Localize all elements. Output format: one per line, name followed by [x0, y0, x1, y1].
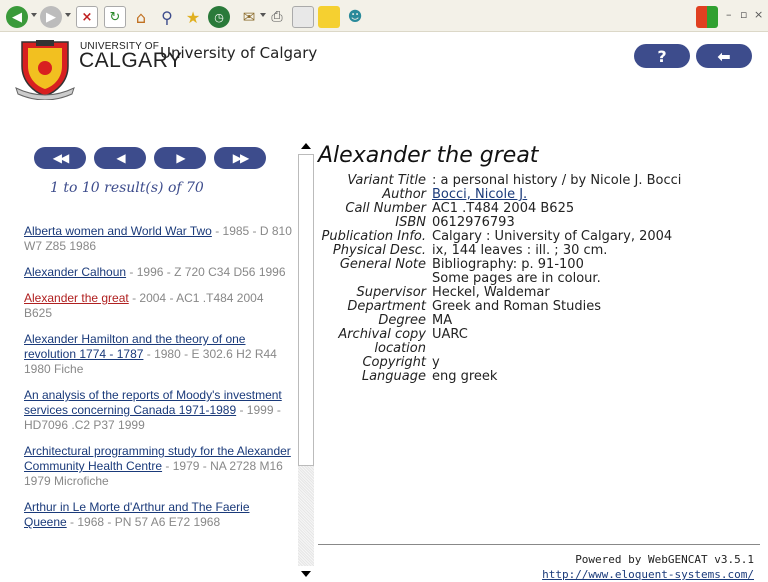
back-button[interactable]: ⬅ [696, 44, 752, 68]
forward-icon[interactable]: ▶ [40, 6, 62, 28]
forward-dropdown-icon[interactable] [65, 13, 71, 17]
back-icon[interactable]: ◀ [6, 6, 28, 28]
next-page-button[interactable]: ▶ [154, 147, 206, 169]
record-details: Variant Title : a personal history / by N… [318, 174, 758, 384]
minimize-icon[interactable]: – [726, 8, 732, 21]
field-label: Author [382, 187, 426, 202]
record-field-row: Degree MA [318, 314, 758, 328]
record-title: Alexander the great [318, 143, 539, 168]
list-item: An analysis of the reports of Moody's in… [24, 388, 292, 433]
windows-flag-icon [696, 6, 718, 28]
record-field-row: Department Greek and Roman Studies [318, 300, 758, 314]
result-detail: - 1996 - Z 720 C34 D56 1996 [126, 265, 286, 279]
browser-toolbar: ◀ ▶ × ↻ ⌂ ⚲ ★ ◷ ✉ ⎙ ☻ – ▫ × [0, 0, 768, 32]
scroll-up-icon[interactable] [298, 138, 314, 154]
record-field-row: General Note Bibliography: p. 91-100 [318, 258, 758, 272]
result-link[interactable]: Alexander the great [24, 291, 129, 305]
record-field-row: Physical Desc. ix, 144 leaves : ill. ; 30… [318, 244, 758, 258]
stop-icon[interactable]: × [76, 6, 98, 28]
field-label: General Note [339, 257, 426, 272]
home-icon[interactable]: ⌂ [130, 6, 152, 28]
field-value: MA [432, 313, 453, 328]
last-page-button[interactable]: ▶▶ [214, 147, 266, 169]
list-item: Arthur in Le Morte d'Arthur and The Faer… [24, 500, 292, 530]
field-label [318, 272, 432, 286]
field-value: Some pages are in colour. [432, 271, 601, 286]
messenger-icon[interactable]: ☻ [344, 6, 366, 28]
notes-icon[interactable] [318, 6, 340, 28]
record-field-row: Supervisor Heckel, Waldemar [318, 286, 758, 300]
field-label: ISBN [395, 215, 426, 230]
powered-by-text: Powered by WebGENCAT v3.5.1 [575, 553, 754, 566]
university-crest-icon[interactable] [14, 38, 76, 100]
first-page-button[interactable]: ◀◀ [34, 147, 86, 169]
record-field-row: Variant Title : a personal history / by N… [318, 174, 758, 188]
list-item: Architectural programming study for the … [24, 444, 292, 489]
field-value: Calgary : University of Calgary, 2004 [432, 229, 673, 244]
previous-page-button[interactable]: ◀ [94, 147, 146, 169]
help-button[interactable]: ? [634, 44, 690, 68]
record-field-row: ISBN 0612976793 [318, 216, 758, 230]
field-value: AC1 .T484 2004 B625 [432, 201, 575, 216]
record-field-row: Some pages are in colour. [318, 272, 758, 286]
record-field-row: Language eng greek [318, 370, 758, 384]
edit-icon[interactable] [292, 6, 314, 28]
author-link[interactable]: Bocci, Nicole J. [432, 187, 527, 202]
field-value: UARC [432, 327, 468, 342]
mail-icon[interactable]: ✉ [238, 6, 260, 28]
results-scrollbar[interactable] [298, 138, 314, 582]
result-link[interactable]: Alexander Calhoun [24, 265, 126, 279]
field-label: Language [361, 369, 426, 384]
search-icon[interactable]: ⚲ [156, 6, 178, 28]
result-list: Alberta women and World War Two - 1985 -… [24, 224, 292, 541]
list-item-current: Alexander the great - 2004 - AC1 .T484 2… [24, 291, 292, 321]
record-field-row: Author Bocci, Nicole J. [318, 188, 758, 202]
record-field-row: Copyright y [318, 356, 758, 370]
field-label: Publication Info. [321, 229, 426, 244]
restore-icon[interactable]: ▫ [740, 8, 747, 21]
scroll-thumb[interactable] [298, 154, 314, 466]
field-label: Degree [378, 313, 426, 328]
back-dropdown-icon[interactable] [31, 13, 37, 17]
field-value: y [432, 355, 440, 370]
result-link[interactable]: Alberta women and World War Two [24, 224, 212, 238]
field-value: Bocci, Nicole J. [432, 188, 758, 202]
result-detail: - 1968 - PN 57 A6 E72 1968 [66, 515, 221, 529]
field-label: Archival copy location [338, 327, 426, 356]
record-field-row: Archival copy location UARC [318, 328, 758, 356]
field-label: Supervisor [356, 285, 426, 300]
list-item: Alexander Hamilton and the theory of one… [24, 332, 292, 377]
field-value: 0612976793 [432, 215, 515, 230]
close-icon[interactable]: × [754, 8, 763, 21]
refresh-icon[interactable]: ↻ [104, 6, 126, 28]
field-value: : a personal history / by Nicole J. Bocc… [432, 173, 682, 188]
field-value: eng greek [432, 369, 498, 384]
field-label: Call Number [345, 201, 426, 216]
site-title: University of Calgary [160, 44, 318, 62]
result-navigation: ◀◀ ◀ ▶ ▶▶ [34, 147, 266, 169]
field-label: Physical Desc. [332, 243, 426, 258]
record-field-row: Publication Info. Calgary : University of… [318, 230, 758, 244]
print-icon[interactable]: ⎙ [266, 6, 288, 28]
field-label: Copyright [362, 355, 426, 370]
list-item: Alberta women and World War Two - 1985 -… [24, 224, 292, 254]
record-field-row: Call Number AC1 .T484 2004 B625 [318, 202, 758, 216]
footer-divider [318, 544, 760, 545]
field-value: Heckel, Waldemar [432, 285, 550, 300]
field-value: Greek and Roman Studies [432, 299, 602, 314]
powered-by-link[interactable]: http://www.eloquent-systems.com/ [542, 568, 754, 581]
field-value: Bibliography: p. 91-100 [432, 257, 584, 272]
field-label: Department [347, 299, 426, 314]
history-icon[interactable]: ◷ [208, 6, 230, 28]
list-item: Alexander Calhoun - 1996 - Z 720 C34 D56… [24, 265, 292, 280]
results-count: 1 to 10 result(s) of 70 [50, 180, 204, 196]
scroll-down-icon[interactable] [298, 566, 314, 582]
field-label: Variant Title [347, 173, 426, 188]
favorites-icon[interactable]: ★ [182, 6, 204, 28]
field-value: ix, 144 leaves : ill. ; 30 cm. [432, 243, 608, 258]
